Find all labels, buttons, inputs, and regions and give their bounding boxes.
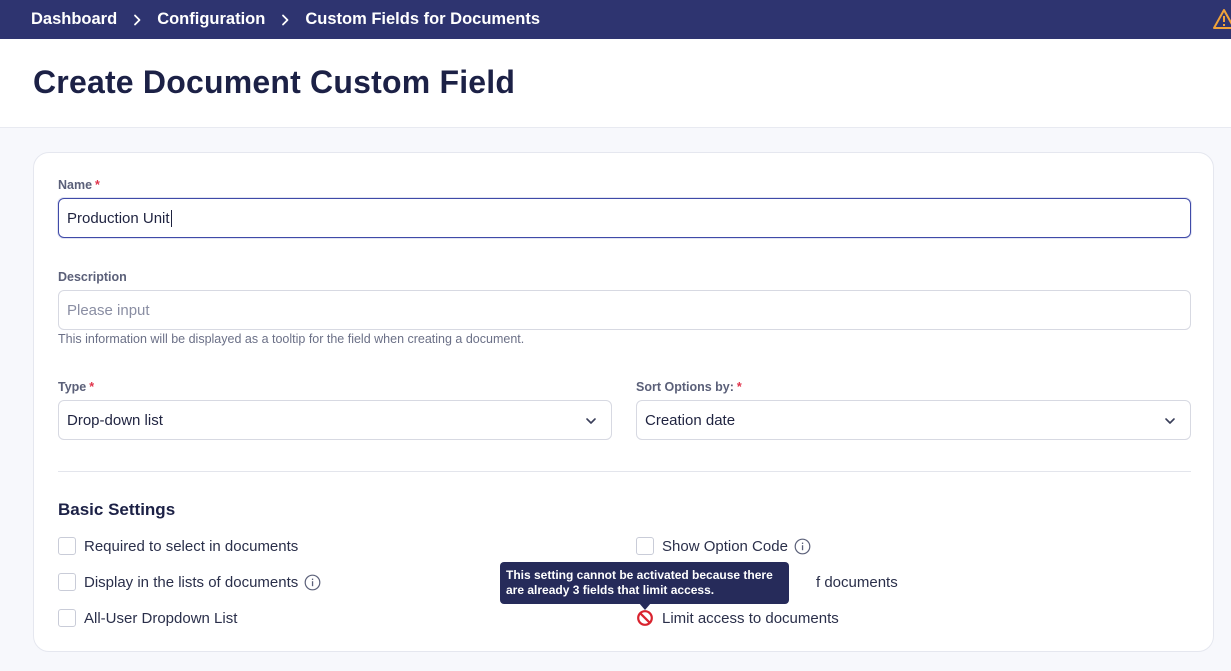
- name-input[interactable]: Production Unit: [58, 198, 1191, 238]
- limit-access-option: Limit access to documents: [636, 609, 839, 627]
- tooltip-line-2: are already 3 fields that limit access.: [506, 583, 715, 597]
- chevron-down-icon: [1164, 414, 1176, 431]
- description-placeholder: Please input: [67, 301, 150, 319]
- all-user-dropdown-label: All-User Dropdown List: [84, 609, 238, 627]
- show-option-code-option[interactable]: Show Option Code: [636, 537, 811, 555]
- breadcrumb-dashboard[interactable]: Dashboard: [31, 10, 117, 29]
- sort-label: Sort Options by: *: [636, 380, 742, 394]
- required-mark: *: [95, 178, 100, 192]
- description-hint: This information will be displayed as a …: [58, 332, 525, 346]
- show-option-code-checkbox[interactable]: [636, 537, 654, 555]
- tooltip-arrow: [639, 603, 651, 610]
- show-option-code-label: Show Option Code: [662, 537, 788, 555]
- section-divider: [58, 471, 1191, 472]
- limit-access-label: Limit access to documents: [662, 609, 839, 627]
- type-select[interactable]: Drop-down list: [58, 400, 612, 440]
- tooltip-line-1: This setting cannot be activated because…: [506, 568, 773, 582]
- display-in-lists-checkbox[interactable]: [58, 573, 76, 591]
- warning-icon[interactable]: [1213, 8, 1231, 35]
- description-input[interactable]: Please input: [58, 290, 1191, 330]
- chevron-right-icon: [276, 14, 294, 26]
- required-select-label: Required to select in documents: [84, 537, 299, 555]
- ban-icon: [636, 609, 654, 627]
- basic-settings-title: Basic Settings: [58, 500, 176, 519]
- description-label: Description: [58, 270, 127, 284]
- sort-select-value: Creation date: [645, 411, 736, 429]
- page-title: Create Document Custom Field: [33, 64, 516, 100]
- documents-option-label: f documents: [816, 573, 898, 591]
- display-in-lists-label: Display in the lists of documents: [84, 573, 299, 591]
- name-label-text: Name: [58, 178, 93, 192]
- all-user-dropdown-checkbox[interactable]: [58, 609, 76, 627]
- chevron-right-icon: [128, 14, 146, 26]
- sort-label-text: Sort Options by:: [636, 380, 734, 394]
- name-label: Name *: [58, 178, 100, 192]
- chevron-down-icon: [585, 414, 597, 431]
- required-mark: *: [736, 380, 742, 394]
- display-in-lists-option[interactable]: Display in the lists of documents: [58, 573, 321, 591]
- tooltip: This setting cannot be activated because…: [500, 562, 789, 604]
- info-icon[interactable]: [794, 538, 811, 555]
- page-header: Create Document Custom Field: [0, 39, 1231, 128]
- required-mark: *: [89, 380, 95, 394]
- breadcrumb-configuration[interactable]: Configuration: [157, 10, 265, 29]
- required-select-checkbox[interactable]: [58, 537, 76, 555]
- type-label: Type *: [58, 380, 94, 394]
- required-select-option[interactable]: Required to select in documents: [58, 537, 298, 555]
- all-user-dropdown-option[interactable]: All-User Dropdown List: [58, 609, 237, 627]
- info-icon[interactable]: [304, 574, 321, 591]
- type-select-value: Drop-down list: [67, 411, 163, 429]
- text-cursor: [170, 209, 172, 227]
- sort-select[interactable]: Creation date: [636, 400, 1191, 440]
- top-nav-bar: Dashboard Configuration Custom Fields fo…: [0, 0, 1231, 39]
- name-input-value: Production Unit: [67, 209, 170, 227]
- breadcrumb-custom-fields: Custom Fields for Documents: [305, 10, 541, 28]
- type-label-text: Type: [58, 380, 87, 394]
